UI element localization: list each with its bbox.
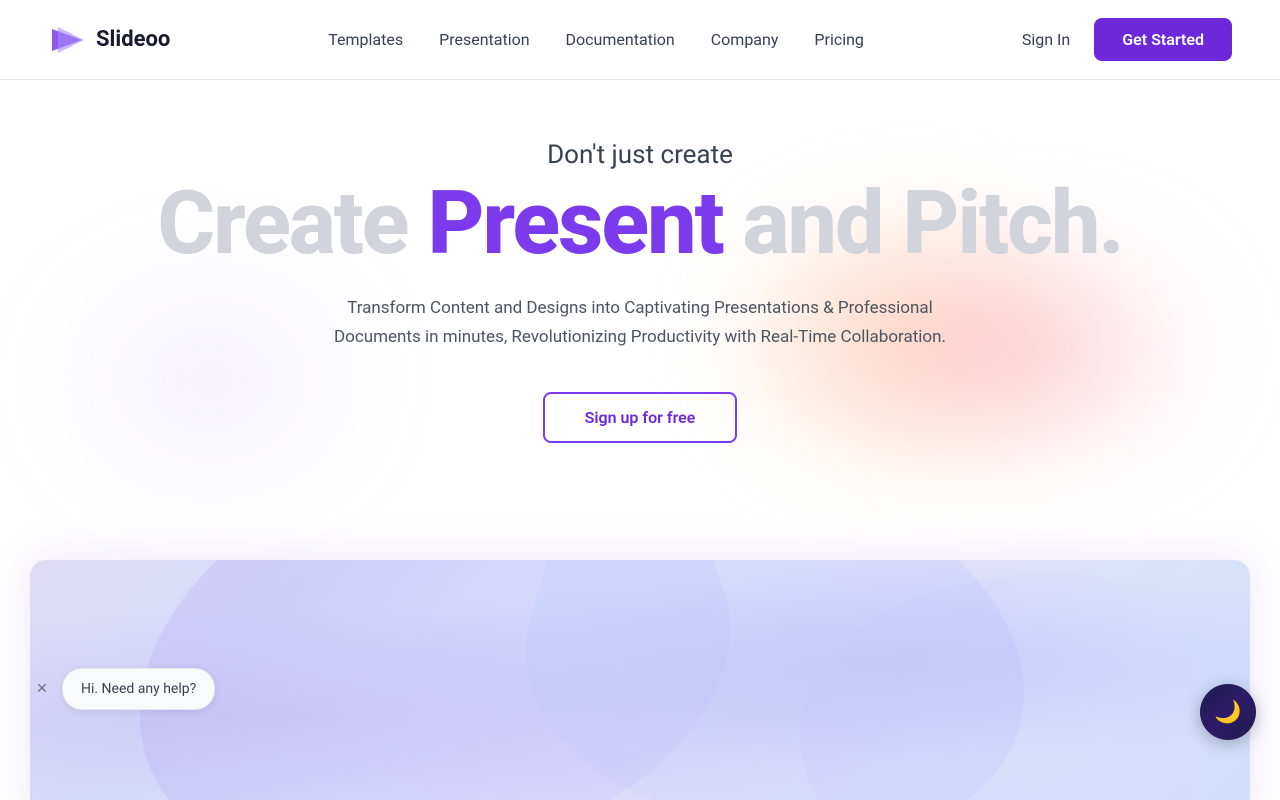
nav-menu: Templates Presentation Documentation Com… (328, 30, 864, 49)
nav-item-documentation[interactable]: Documentation (566, 30, 675, 49)
hero-content: Don't just create Create Present and Pit… (157, 140, 1122, 491)
hero-title-present: Present (427, 172, 722, 275)
chat-close-button[interactable]: ✕ (30, 677, 54, 701)
hero-title-create: Create (157, 172, 427, 275)
nav-item-presentation[interactable]: Presentation (439, 30, 529, 49)
logo-icon (48, 21, 86, 59)
hero-title-pitch: and Pitch. (723, 172, 1123, 275)
nav-item-pricing[interactable]: Pricing (814, 30, 864, 49)
signup-button[interactable]: Sign up for free (543, 392, 738, 443)
nav-item-templates[interactable]: Templates (328, 30, 403, 49)
brand-name: Slideoo (96, 27, 170, 52)
sign-in-button[interactable]: Sign In (1022, 30, 1070, 49)
dark-mode-toggle[interactable]: 🌙 (1200, 684, 1256, 740)
logo[interactable]: Slideoo (48, 21, 170, 59)
nav-link-company[interactable]: Company (711, 30, 779, 49)
navbar: Slideoo Templates Presentation Documenta… (0, 0, 1280, 80)
nav-link-presentation[interactable]: Presentation (439, 30, 529, 49)
nav-link-documentation[interactable]: Documentation (566, 30, 675, 49)
hero-description: Transform Content and Designs into Capti… (320, 294, 960, 352)
moon-icon: 🌙 (1214, 700, 1241, 725)
chat-bubble: Hi. Need any help? (62, 668, 215, 710)
nav-link-templates[interactable]: Templates (328, 30, 403, 49)
nav-item-company[interactable]: Company (711, 30, 779, 49)
nav-actions: Sign In Get Started (1022, 18, 1232, 61)
hero-section: Don't just create Create Present and Pit… (0, 80, 1280, 800)
get-started-button[interactable]: Get Started (1094, 18, 1232, 61)
chat-widget: ✕ Hi. Need any help? (30, 668, 215, 710)
hero-title: Create Present and Pitch. (157, 178, 1122, 270)
nav-link-pricing[interactable]: Pricing (814, 30, 864, 49)
hero-subtitle: Don't just create (547, 140, 733, 170)
